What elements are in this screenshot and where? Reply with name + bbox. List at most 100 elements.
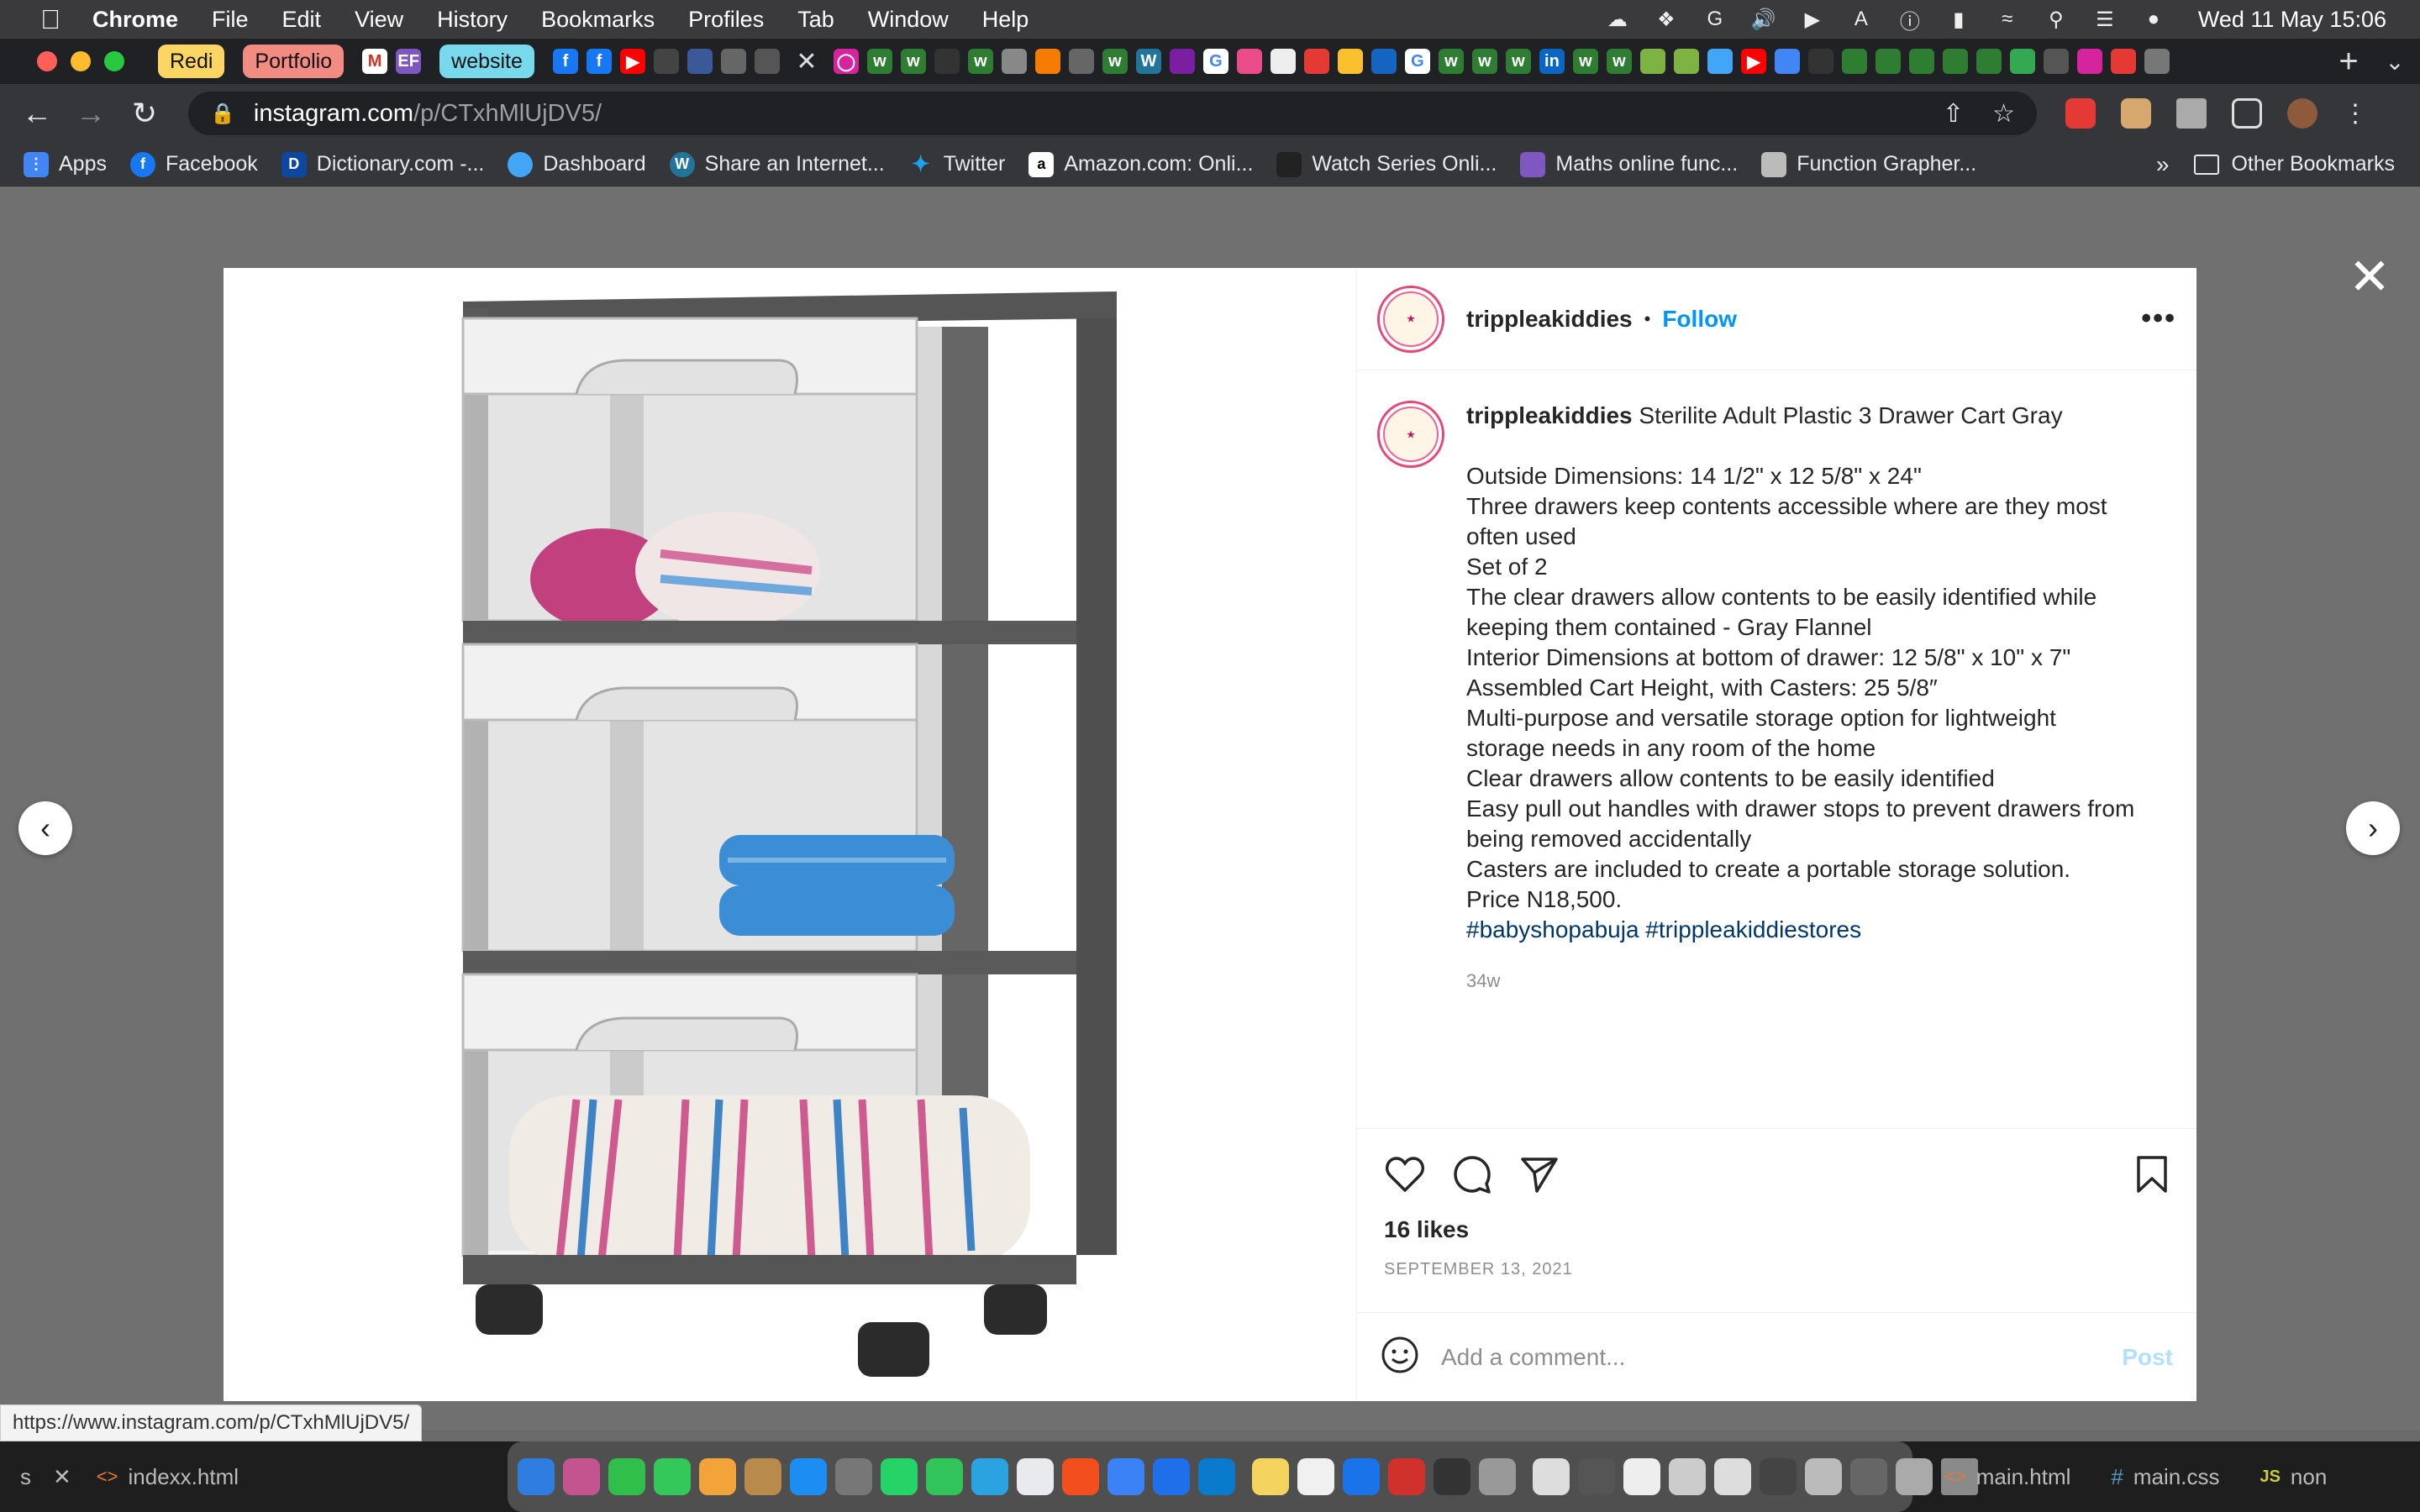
play-icon[interactable]: ▶ bbox=[1800, 7, 1825, 32]
caption-hashtags[interactable]: #babyshopabuja #trippleakiddiestores bbox=[1466, 915, 2164, 945]
emoji-smiley-icon[interactable] bbox=[1381, 1336, 1419, 1378]
forward-arrow-icon[interactable]: → bbox=[64, 96, 118, 131]
chrome-icon[interactable] bbox=[1017, 1458, 1054, 1495]
docs-tab-icon[interactable] bbox=[1774, 49, 1800, 74]
close-editor-tab-icon[interactable]: ✕ bbox=[53, 1464, 71, 1490]
like-heart-icon[interactable] bbox=[1384, 1153, 1426, 1195]
tab-icon[interactable] bbox=[653, 49, 679, 74]
github-desktop-icon[interactable] bbox=[1434, 1458, 1470, 1495]
tab-icon[interactable]: w bbox=[1572, 49, 1598, 74]
textedit-icon[interactable] bbox=[1297, 1458, 1334, 1495]
bookmark-apps[interactable]: ⋮ Apps bbox=[24, 151, 107, 177]
lock-icon[interactable]: 🔒 bbox=[210, 102, 235, 126]
minimize-window-button[interactable] bbox=[71, 51, 91, 71]
whatsapp-icon[interactable] bbox=[881, 1458, 918, 1495]
window-thumbnail-icon[interactable] bbox=[1760, 1458, 1797, 1495]
zoom-window-button[interactable] bbox=[104, 51, 124, 71]
facetime-icon[interactable] bbox=[608, 1458, 645, 1495]
menu-bookmarks[interactable]: Bookmarks bbox=[541, 7, 655, 33]
window-thumbnail-icon[interactable] bbox=[1578, 1458, 1615, 1495]
tab-group-redi[interactable]: Redi bbox=[158, 45, 225, 78]
input-source-icon[interactable]: A bbox=[1849, 7, 1874, 32]
apple-icon[interactable]:  bbox=[34, 4, 67, 35]
grammarly-icon[interactable]: G bbox=[1702, 7, 1728, 32]
new-tab-button[interactable]: + bbox=[2328, 43, 2370, 81]
tab-search-chevron-icon[interactable]: ⌄ bbox=[2370, 48, 2420, 76]
other-bookmarks[interactable]: Other Bookmarks bbox=[2194, 152, 2395, 176]
chrome-menu-icon[interactable]: ⋮ bbox=[2343, 99, 2368, 129]
post-date[interactable]: SEPTEMBER 13, 2021 bbox=[1384, 1260, 2173, 1279]
window-thumbnail-icon[interactable] bbox=[1623, 1458, 1660, 1495]
puzzle-extensions-icon[interactable] bbox=[2176, 98, 2207, 129]
profile-avatar[interactable] bbox=[2287, 98, 2317, 129]
siri-icon[interactable]: ● bbox=[2141, 7, 2166, 32]
gmail-tab-icon[interactable]: M bbox=[362, 49, 388, 74]
bookmark-share-internet[interactable]: W Share an Internet... bbox=[669, 151, 885, 177]
notes-icon[interactable] bbox=[1252, 1458, 1289, 1495]
post-age[interactable]: 34w bbox=[1466, 970, 2164, 992]
window-thumbnail-icon[interactable] bbox=[1805, 1458, 1842, 1495]
post-image[interactable] bbox=[224, 268, 1357, 1401]
bookmark-dictionary[interactable]: D Dictionary.com -... bbox=[281, 151, 484, 177]
wifi-icon[interactable]: ≈ bbox=[1995, 7, 2020, 32]
safari-icon[interactable] bbox=[1343, 1458, 1380, 1495]
tab-icon[interactable]: w bbox=[866, 49, 892, 74]
tab-icon[interactable] bbox=[1639, 49, 1665, 74]
tab-icon[interactable] bbox=[1908, 49, 1934, 74]
menubar-clock[interactable]: Wed 11 May 15:06 bbox=[2198, 7, 2386, 33]
facebook-tab-icon[interactable]: f bbox=[552, 49, 578, 74]
bookmark-maths-online[interactable]: Maths online func... bbox=[1520, 151, 1738, 177]
accessibility-icon[interactable]: ⓘ bbox=[1897, 7, 1923, 34]
comment-input[interactable] bbox=[1441, 1343, 2123, 1371]
instagram-tab-icon[interactable] bbox=[2076, 49, 2102, 74]
bookmark-facebook[interactable]: f Facebook bbox=[129, 151, 258, 177]
tab-icon[interactable] bbox=[1001, 49, 1027, 74]
tab-icon[interactable] bbox=[1975, 49, 2002, 74]
menu-view[interactable]: View bbox=[355, 7, 403, 33]
likes-count[interactable]: 16 likes bbox=[1384, 1216, 2173, 1243]
window-thumbnail-icon[interactable] bbox=[1850, 1458, 1887, 1495]
search-icon[interactable]: ⚲ bbox=[2044, 7, 2069, 32]
tab-icon[interactable] bbox=[1337, 49, 1363, 74]
share-paper-plane-icon[interactable] bbox=[1518, 1153, 1560, 1195]
app-store-icon[interactable] bbox=[790, 1458, 827, 1495]
linkedin-tab-icon[interactable]: in bbox=[1539, 49, 1565, 74]
bookmark-watch-series[interactable]: Watch Series Onli... bbox=[1276, 151, 1497, 177]
facebook-tab-icon[interactable]: f bbox=[586, 49, 612, 74]
editor-tab-main-html[interactable]: <> main.html bbox=[1924, 1441, 2091, 1512]
bookmarks-overflow-button[interactable]: » bbox=[2156, 151, 2170, 178]
author-username[interactable]: trippleakiddies bbox=[1466, 306, 1633, 333]
finder-icon[interactable] bbox=[518, 1458, 555, 1495]
tab-icon[interactable]: w bbox=[1438, 49, 1464, 74]
bookmark-amazon[interactable]: a Amazon.com: Onli... bbox=[1028, 151, 1253, 177]
menu-help[interactable]: Help bbox=[982, 7, 1029, 33]
tab-icon[interactable] bbox=[1303, 49, 1329, 74]
window-thumbnail-icon[interactable] bbox=[1669, 1458, 1706, 1495]
tab-icon[interactable] bbox=[754, 49, 780, 74]
globe-tab-icon[interactable] bbox=[1068, 49, 1094, 74]
tab-icon[interactable] bbox=[1673, 49, 1699, 74]
address-bar[interactable]: 🔒 instagram.com/p/CTxhMlUjDV5/ ⇧ ☆ bbox=[188, 92, 2037, 135]
contacts-icon[interactable] bbox=[744, 1458, 781, 1495]
save-bookmark-icon[interactable] bbox=[2131, 1153, 2173, 1195]
maps-tab-icon[interactable] bbox=[2009, 49, 2035, 74]
editor-tab-indexx[interactable]: s ✕ <> indexx.html bbox=[0, 1441, 259, 1512]
messages-icon[interactable] bbox=[654, 1458, 691, 1495]
tab-icon[interactable] bbox=[1942, 49, 1968, 74]
close-modal-icon[interactable]: ✕ bbox=[2344, 252, 2395, 302]
close-window-button[interactable] bbox=[37, 51, 57, 71]
instagram-tab-icon[interactable]: ◯ bbox=[833, 49, 859, 74]
youtube-tab-icon[interactable]: ▶ bbox=[1740, 49, 1766, 74]
bookmark-dashboard[interactable]: Dashboard bbox=[508, 151, 646, 177]
acrobat-icon[interactable] bbox=[1388, 1458, 1425, 1495]
tab-icon[interactable] bbox=[1875, 49, 1901, 74]
tab-group-portfolio[interactable]: Portfolio bbox=[243, 45, 345, 78]
figma-icon[interactable] bbox=[1062, 1458, 1099, 1495]
globe-tab-icon[interactable] bbox=[720, 49, 746, 74]
battery-icon[interactable]: ▮ bbox=[1946, 7, 1971, 32]
wordpress-tab-icon[interactable]: W bbox=[1135, 49, 1161, 74]
tab-icon[interactable] bbox=[1707, 49, 1733, 74]
menu-history[interactable]: History bbox=[437, 7, 508, 33]
preview-icon[interactable] bbox=[1479, 1458, 1516, 1495]
tab-icon[interactable]: w bbox=[967, 49, 993, 74]
